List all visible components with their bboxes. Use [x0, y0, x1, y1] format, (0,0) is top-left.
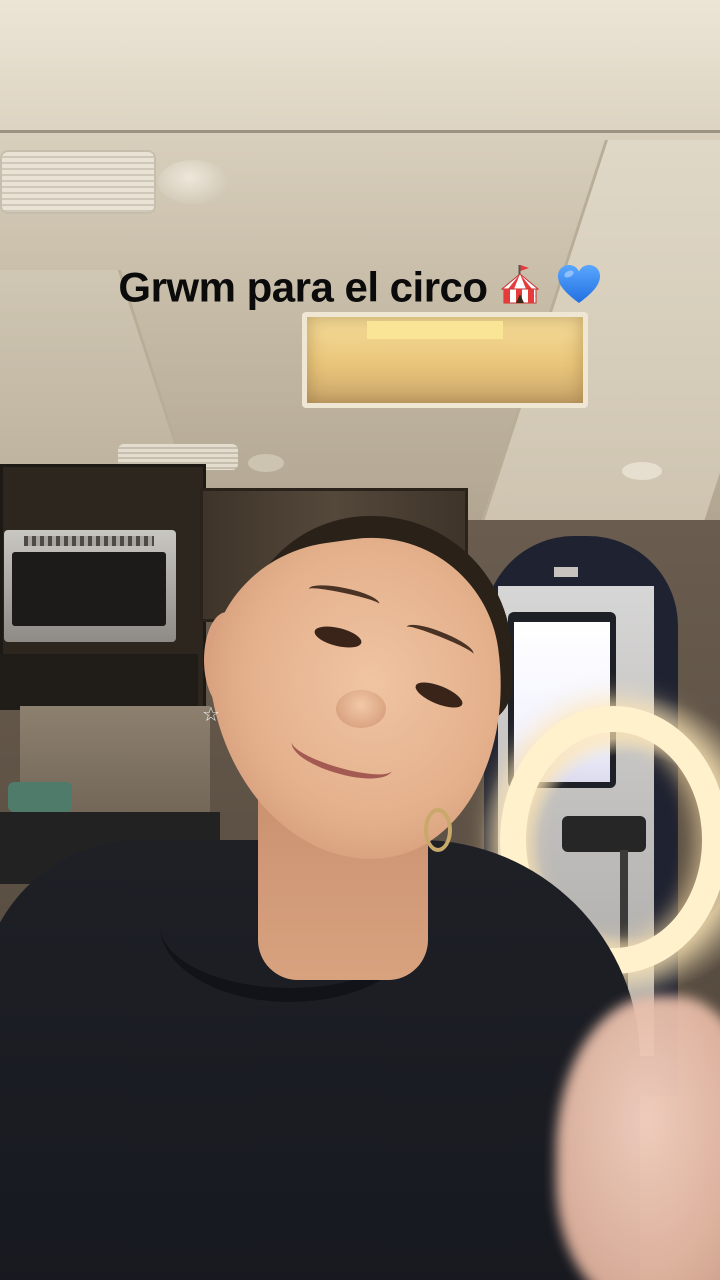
skylight-glow [367, 321, 503, 339]
ceiling-top-panel [0, 0, 720, 133]
ceiling-vent [0, 150, 156, 214]
skylight [302, 312, 588, 408]
microwave [4, 530, 176, 642]
video-caption: Grwm para el circo [0, 262, 720, 313]
nose [336, 690, 386, 728]
door-sign [554, 567, 578, 577]
star-earring-icon: ☆ [202, 702, 220, 726]
caption-text: Grwm para el circo [118, 263, 488, 311]
smoke-detector [248, 454, 284, 472]
kettle [8, 782, 72, 812]
ceiling-round-light [158, 160, 228, 204]
hoop-earring [424, 808, 452, 852]
microwave-vent [24, 536, 154, 546]
video-frame: ☆ Grwm para el circo [0, 0, 720, 1280]
microwave-window [12, 552, 166, 626]
circus-tent-icon [498, 263, 542, 312]
blue-heart-icon [552, 262, 602, 313]
range-hood [0, 654, 198, 710]
ceiling-fixture [622, 462, 662, 480]
